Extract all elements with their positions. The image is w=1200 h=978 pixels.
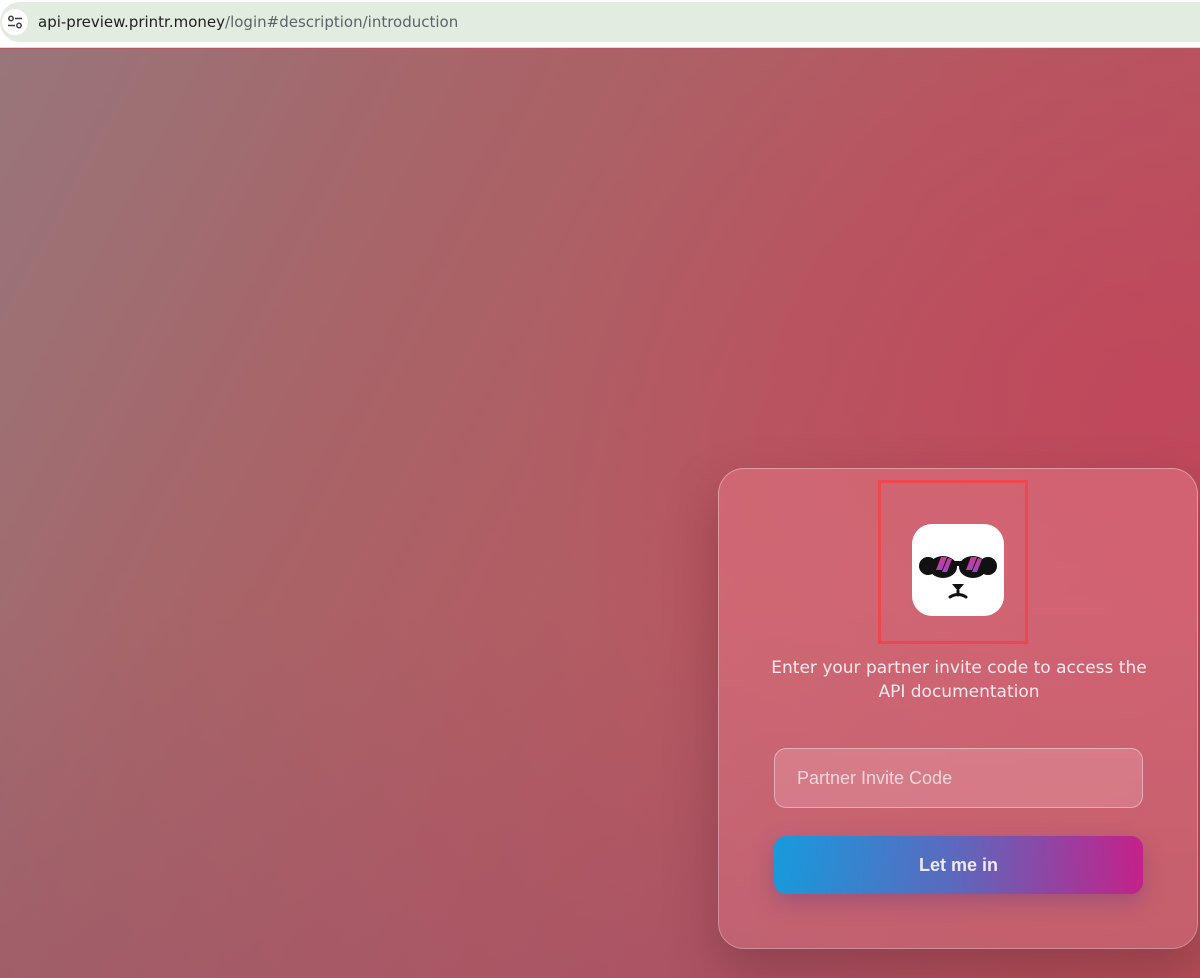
let-me-in-button[interactable]: Let me in: [774, 836, 1143, 894]
url-path: /login#description/introduction: [225, 13, 459, 31]
login-description: Enter your partner invite code to access…: [771, 658, 1147, 702]
partner-invite-code-input[interactable]: [774, 748, 1143, 808]
login-card: Enter your partner invite code to access…: [718, 468, 1198, 949]
omnibox[interactable]: api-preview.printr.money/login#descripti…: [0, 2, 1200, 42]
page-background: Enter your partner invite code to access…: [0, 49, 1200, 978]
url-host: api-preview.printr.money: [38, 13, 226, 31]
url-text[interactable]: api-preview.printr.money/login#descripti…: [38, 12, 458, 32]
highlight-box: [878, 480, 1028, 644]
site-info-button[interactable]: [2, 9, 28, 35]
panda-sunglasses-logo: [912, 524, 1004, 616]
browser-address-bar: api-preview.printr.money/login#descripti…: [0, 0, 1200, 48]
